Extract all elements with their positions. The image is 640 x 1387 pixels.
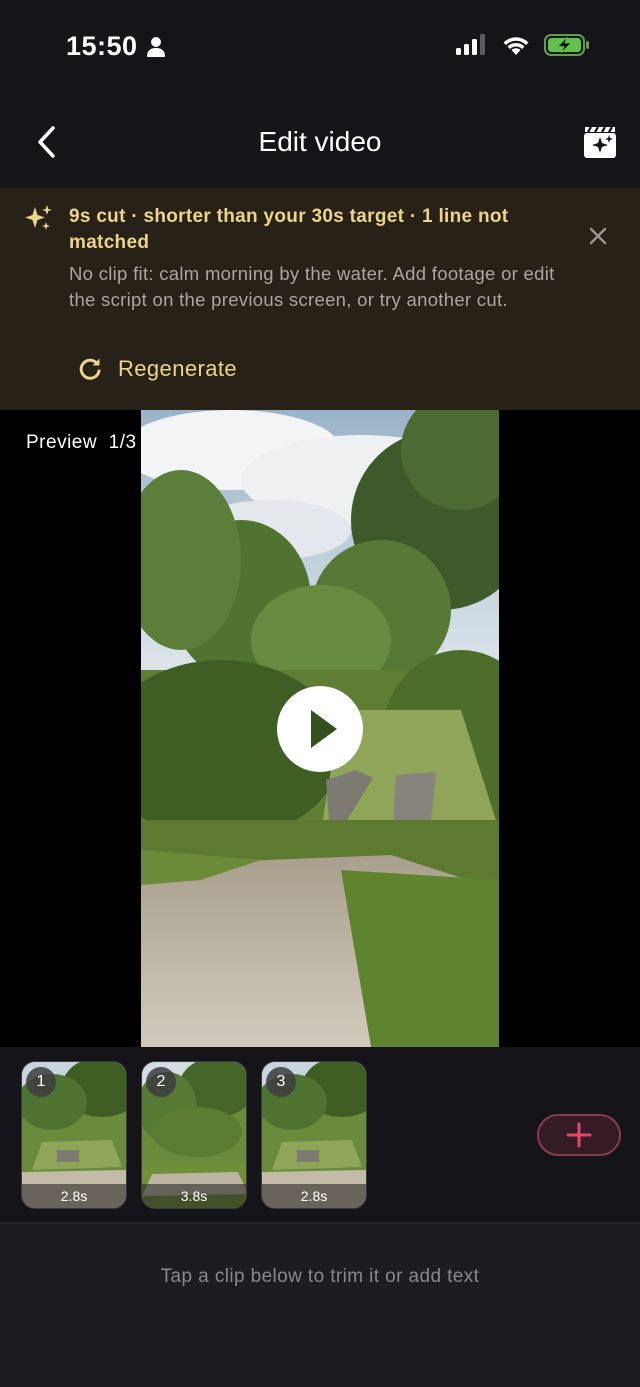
regenerate-label: Regenerate [118, 356, 237, 381]
nav-bar: Edit video [0, 96, 640, 188]
status-indicators [456, 34, 590, 56]
hint-text: Tap a clip below to trim it or add text [160, 1266, 480, 1287]
clip-thumbnail-3[interactable]: 3 2.8s [261, 1061, 367, 1209]
clip-thumbnail-2[interactable]: 2 3.8s [141, 1061, 247, 1209]
add-clip-button[interactable] [537, 1114, 621, 1156]
notice-body: No clip fit: calm morning by the water. … [69, 263, 555, 310]
clip-number: 3 [266, 1067, 296, 1097]
sparkles-icon [25, 205, 52, 230]
bottom-panel [0, 1224, 640, 1387]
notice-title: 9s cut · shorter than your 30s target · … [69, 206, 509, 253]
clip-number: 2 [146, 1067, 176, 1097]
cellular-signal-icon [456, 34, 485, 55]
clip-number: 1 [26, 1067, 56, 1097]
person-icon [147, 37, 165, 57]
clip-duration: 2.8s [22, 1184, 126, 1208]
battery-charging-icon [544, 34, 589, 56]
preview-title: Preview [26, 432, 98, 453]
close-icon[interactable] [586, 224, 610, 248]
page-title: Edit video [258, 126, 382, 157]
play-button[interactable] [277, 686, 363, 772]
status-time: 15:50 [66, 31, 138, 61]
regenerate-button[interactable]: Regenerate [76, 352, 237, 386]
preview-counter: 1/3 [108, 432, 137, 453]
plus-icon [566, 1122, 592, 1148]
play-icon [311, 710, 337, 748]
wifi-icon [503, 37, 529, 55]
refresh-icon [79, 358, 101, 380]
clip-thumbnail-1[interactable]: 1 2.8s [21, 1061, 127, 1209]
status-bar: 15:50 [0, 0, 640, 96]
preview-label: Preview 1/3 [26, 432, 137, 454]
magic-video-button[interactable] [582, 124, 618, 160]
magic-clapperboard-icon [584, 126, 616, 158]
clip-duration: 3.8s [142, 1184, 246, 1208]
clip-duration: 2.8s [262, 1184, 366, 1208]
